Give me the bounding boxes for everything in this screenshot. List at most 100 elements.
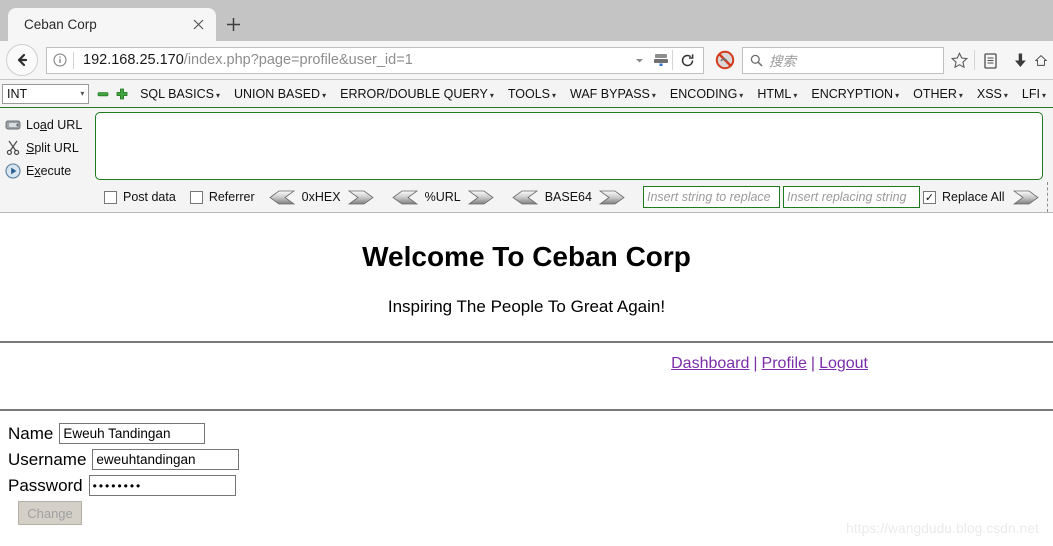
hackbar-menu-label: OTHER <box>913 86 957 101</box>
page-content: Welcome To Ceban Corp Inspiring The Peop… <box>0 241 1053 525</box>
chevron-down-icon: ▾ <box>1003 90 1008 100</box>
name-field[interactable]: Eweuh Tandingan <box>59 423 206 444</box>
scissors-icon <box>0 140 26 155</box>
encoder-group-base64: BASE64 <box>512 190 625 205</box>
replace-with-placeholder: Insert replacing string <box>786 190 907 204</box>
search-placeholder: 搜索 <box>769 54 796 69</box>
hackbar-menu-label: SQL BASICS <box>140 86 214 101</box>
hackbar-menu-label: XSS <box>976 86 1002 101</box>
chevron-down-icon: ▾ <box>322 90 327 100</box>
referrer-checkbox[interactable]: Referrer <box>189 190 255 204</box>
load-url-button[interactable]: Load URL <box>0 113 95 136</box>
decode-base64-arrow-icon[interactable] <box>512 190 538 205</box>
chevron-down-icon: ▾ <box>958 90 963 100</box>
chevron-down-icon: ▾ <box>895 90 900 100</box>
split-url-button[interactable]: Split URL <box>0 136 95 159</box>
replace-all-checkbox[interactable]: ✓ Replace All <box>922 190 1005 204</box>
close-icon[interactable] <box>188 15 208 35</box>
split-url-label: Split URL <box>26 140 79 155</box>
back-arrow-icon[interactable] <box>6 44 38 76</box>
chevron-down-icon: ▾ <box>739 90 744 100</box>
hackbar: INT ▾ SQL BASICS ▾ UNION BASED ▾ ERROR/DOUBL… <box>0 80 1053 213</box>
url-text: 192.168.25.170/index.php?page=profile&us… <box>74 52 628 68</box>
hackbar-type-value: INT <box>7 86 28 101</box>
nav-link-dashboard[interactable]: Dashboard <box>671 355 749 372</box>
encode-base64-arrow-icon[interactable] <box>598 190 625 205</box>
hackbar-menu-lfi[interactable]: LFI ▾ <box>1015 87 1053 101</box>
chevron-down-icon: ▾ <box>489 90 494 100</box>
hackbar-menu-encoding[interactable]: ENCODING ▾ <box>663 87 750 101</box>
hackbar-menu-label: ENCODING <box>669 86 738 101</box>
no-script-blocked-icon[interactable] <box>710 45 740 75</box>
change-button[interactable]: Change <box>18 501 82 525</box>
hackbar-menu-html[interactable]: HTML ▾ <box>750 87 804 101</box>
decode-0xhex-arrow-icon[interactable] <box>268 190 295 205</box>
post-data-checkbox[interactable]: Post data <box>104 190 176 204</box>
play-icon <box>0 162 26 179</box>
hackbar-menu-row: INT ▾ SQL BASICS ▾ UNION BASED ▾ ERROR/DOUBL… <box>0 80 1053 108</box>
url-path: /index.php?page=profile&user_id=1 <box>183 52 413 68</box>
hackbar-menu-label: WAF BYPASS <box>570 86 650 101</box>
referrer-label: Referrer <box>208 190 255 204</box>
remove-tab-button[interactable] <box>95 86 111 102</box>
form-row-password: Password •••••••• <box>8 475 1053 496</box>
hackbar-scroll-edge[interactable] <box>1047 182 1053 212</box>
encode-url-arrow-icon[interactable] <box>467 190 494 205</box>
hackbar-menu-label: HTML <box>757 86 792 101</box>
encoder-group-url: %URL <box>391 190 494 205</box>
nav-separator-1: | <box>753 355 758 372</box>
replace-all-label: Replace All <box>941 190 1005 204</box>
replace-with-input[interactable]: Insert replacing string <box>782 186 920 208</box>
execute-label: Execute <box>26 163 72 178</box>
browser-toolbar-icons <box>944 45 1047 75</box>
hackbar-menu-other[interactable]: OTHER ▾ <box>906 87 970 101</box>
hackbar-menu-sql-basics[interactable]: SQL BASICS ▾ <box>133 87 227 101</box>
server-icon[interactable] <box>650 48 672 72</box>
username-field[interactable]: eweuhtandingan <box>92 449 240 470</box>
encoder-label-0xhex: 0xHEX <box>301 190 341 204</box>
hackbar-url-textarea[interactable] <box>95 112 1043 180</box>
hackbar-menu-label: ENCRYPTION <box>811 86 894 101</box>
post-data-label: Post data <box>123 190 176 204</box>
nav-link-logout[interactable]: Logout <box>819 355 868 372</box>
encoder-label-base64: BASE64 <box>544 190 592 204</box>
replace-search-input[interactable]: Insert string to replace <box>642 186 780 208</box>
reload-icon[interactable] <box>673 47 701 74</box>
hackbar-menu-tools[interactable]: TOOLS ▾ <box>501 87 563 101</box>
hackbar-menu-items: SQL BASICS ▾ UNION BASED ▾ ERROR/DOUBLE QUER… <box>133 87 1053 101</box>
post-data-checkbox-box <box>104 190 117 204</box>
encode-0xhex-arrow-icon[interactable] <box>347 190 374 205</box>
hackbar-encoders: 0xHEX %URL BASE64 <box>268 190 643 205</box>
search-input[interactable]: 搜索 <box>742 46 944 74</box>
hackbar-menu-waf-bypass[interactable]: WAF BYPASS ▾ <box>563 87 663 101</box>
watermark: https://wangdudu.blog.csdn.net <box>846 521 1039 536</box>
page-title: Welcome To Ceban Corp <box>362 241 691 272</box>
decode-url-arrow-icon[interactable] <box>391 190 418 205</box>
hackbar-options-row: Post data Referrer 0xHEX %URL BASE64 Inser… <box>0 182 1053 212</box>
browser-tab[interactable]: Ceban Corp <box>8 8 216 41</box>
address-bar[interactable]: 192.168.25.170/index.php?page=profile&us… <box>46 46 704 74</box>
username-label: Username <box>8 449 87 469</box>
home-icon[interactable] <box>1035 45 1047 75</box>
download-arrow-icon[interactable] <box>1005 45 1035 75</box>
replace-execute-arrow-icon[interactable] <box>1012 190 1039 205</box>
chevron-down-icon[interactable] <box>628 48 650 72</box>
hackbar-menu-encryption[interactable]: ENCRYPTION ▾ <box>804 87 906 101</box>
star-icon[interactable] <box>944 45 974 75</box>
hackbar-menu-union-based[interactable]: UNION BASED ▾ <box>227 87 333 101</box>
hackbar-menu-label: TOOLS <box>507 86 550 101</box>
encoder-group-0xhex: 0xHEX <box>268 190 374 205</box>
plus-icon[interactable] <box>216 8 250 41</box>
nav-link-profile[interactable]: Profile <box>762 355 807 372</box>
add-tab-button[interactable] <box>114 86 130 102</box>
execute-button[interactable]: Execute <box>0 159 95 182</box>
info-icon[interactable] <box>47 53 73 67</box>
load-url-label: Load URL <box>26 117 83 132</box>
nav-separator-2: | <box>810 355 816 372</box>
hackbar-type-select[interactable]: INT ▾ <box>2 83 90 104</box>
hackbar-menu-error-double-query[interactable]: ERROR/DOUBLE QUERY ▾ <box>333 87 501 101</box>
hackbar-menu-xss[interactable]: XSS ▾ <box>970 87 1015 101</box>
password-field[interactable]: •••••••• <box>88 475 236 496</box>
clipboard-icon[interactable] <box>975 45 1005 75</box>
name-label: Name <box>8 423 54 443</box>
